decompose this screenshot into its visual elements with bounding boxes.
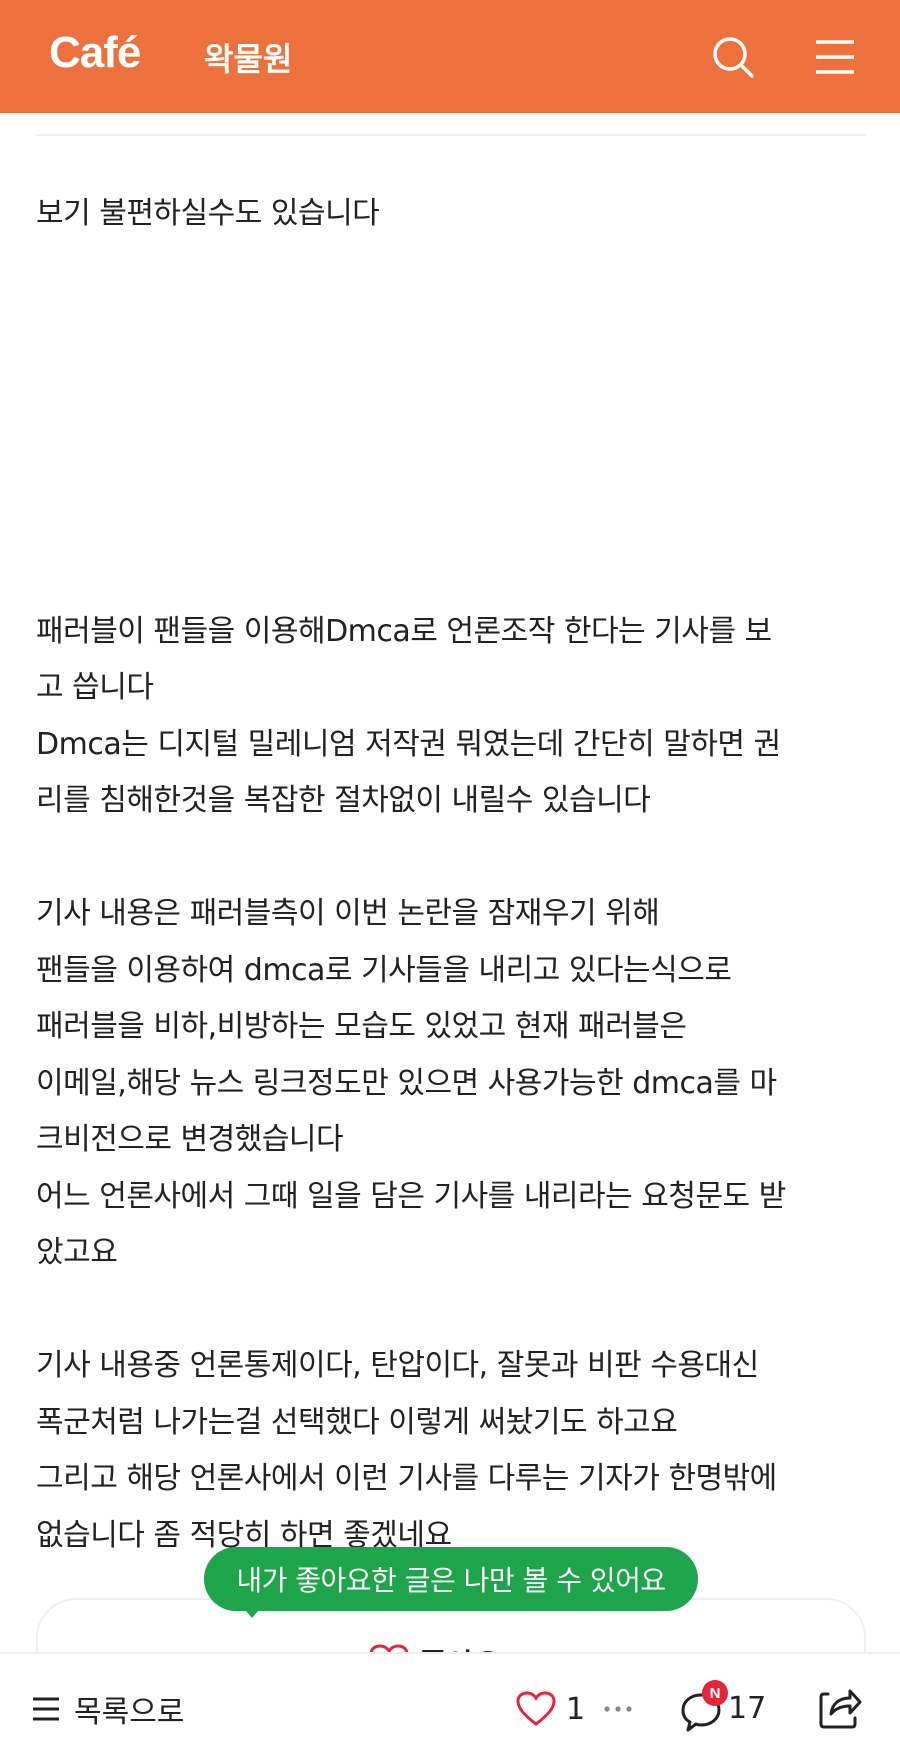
- post-line: 기사 내용은 패러블측이 이번 논란을 잠재우기 위해: [36, 896, 660, 931]
- new-badge: N: [702, 1680, 728, 1706]
- cafe-logo[interactable]: Café: [49, 28, 141, 78]
- post-line: 팬들을 이용하여 dmca로 기사들을 내리고 있다는식으로: [36, 952, 732, 988]
- post-line: 폭군처럼 나가는걸 선택했다 이렇게 써놨기도 하고요: [36, 1404, 678, 1440]
- post-line: 기사 내용중 언론통제이다, 탄압이다, 잘못과 비판 수용대신: [36, 1348, 759, 1383]
- post-line: 크비전으로 변경했습니다: [36, 1122, 344, 1157]
- share-icon[interactable]: [818, 1684, 862, 1734]
- post-line: 그리고 해당 언론사에서 이런 기사를 다루는 기자가 한명밖에: [36, 1461, 777, 1496]
- comment-button[interactable]: N 17: [680, 1680, 766, 1736]
- post-line: 이메일,해당 뉴스 링크정도만 있으면 사용가능한 dmca를 마: [36, 1065, 777, 1101]
- post-line: 어느 언론사에서 그때 일을 담은 기사를 내리라는 요청문도 받: [36, 1178, 786, 1214]
- app-header: Café 왁물원: [0, 0, 900, 113]
- back-to-list-button[interactable]: 목록으로: [32, 1684, 184, 1734]
- search-icon[interactable]: [710, 34, 756, 80]
- more-dots-icon[interactable]: [598, 1684, 638, 1734]
- comment-count: 17: [728, 1690, 767, 1726]
- post-line: Dmca는 디지털 밀레니엄 저작권 뭐였는데 간단히 말하면 권: [36, 726, 781, 762]
- tooltip-tail: [240, 1604, 264, 1618]
- post-line: 고 씁니다: [36, 670, 154, 705]
- divider: [36, 134, 866, 136]
- post-line: 패러블이 팬들을 이용해Dmca로 언론조작 한다는 기사를 보: [36, 613, 772, 649]
- back-to-list-label: 목록으로: [74, 1695, 185, 1730]
- like-button[interactable]: 1: [516, 1684, 585, 1734]
- like-privacy-tooltip: 내가 좋아요한 글은 나만 볼 수 있어요: [204, 1547, 698, 1611]
- heart-outline-icon: [516, 1691, 556, 1726]
- post-line: 패러블을 비하,비방하는 모습도 있었고 현재 패러블은: [36, 1009, 687, 1044]
- post-line: 리를 침해한것을 복잡한 절차없이 내릴수 있습니다: [36, 783, 651, 818]
- post-body: 보기 불편하실수도 있습니다 패러블이 팬들을 이용해Dmca로 언론조작 한다…: [36, 186, 866, 1564]
- list-icon: [33, 1697, 59, 1721]
- like-count: 1: [566, 1691, 586, 1727]
- post-line: 았고요: [36, 1235, 118, 1270]
- hamburger-menu-icon[interactable]: [814, 38, 856, 76]
- post-line: 보기 불편하실수도 있습니다: [36, 196, 380, 231]
- bottom-toolbar: 목록으로 1 N 17: [0, 1652, 900, 1763]
- cafe-name[interactable]: 왁물원: [204, 34, 292, 80]
